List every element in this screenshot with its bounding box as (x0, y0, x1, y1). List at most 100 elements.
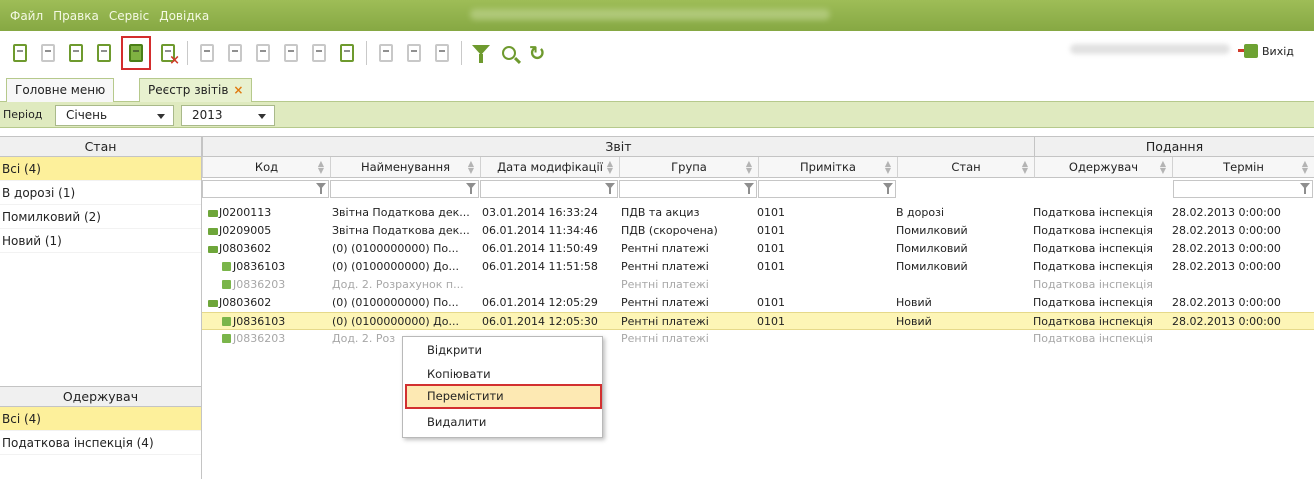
sort-icon: ▲ ▼ (606, 159, 613, 175)
tab-main-menu[interactable]: Головне меню (6, 78, 115, 102)
receive-icon[interactable] (336, 42, 358, 64)
cell-state: Новий (896, 315, 932, 328)
recipient-header: Одержувач (0, 386, 201, 407)
document-icon (222, 280, 231, 289)
archive-icon[interactable] (280, 42, 302, 64)
copy-doc-icon[interactable] (93, 42, 115, 64)
cell-recipient: Податкова інспекція (1033, 206, 1153, 219)
chevron-down-icon (157, 114, 165, 119)
cell-recipient: Податкова інспекція (1033, 315, 1153, 328)
send-icon[interactable] (308, 42, 330, 64)
col-header-note[interactable]: Примітка ▲ ▼ (758, 157, 897, 178)
sort-icon: ▲ ▼ (317, 159, 324, 175)
close-icon[interactable]: × (233, 83, 243, 97)
chevron-down-icon (258, 114, 266, 119)
sort-icon: ▲ ▼ (467, 159, 474, 175)
cell-group: ПДВ (скорочена) (621, 224, 718, 237)
toolbar-separator (366, 40, 367, 65)
menu-edit[interactable]: Правка (53, 9, 99, 23)
table-row[interactable]: J0803602 (0) (0100000000) По... 06.01.20… (202, 294, 1314, 312)
edit-doc-icon[interactable] (37, 42, 59, 64)
table-row[interactable]: J0803602 (0) (0100000000) По... 06.01.20… (202, 240, 1314, 258)
cell-state: Новий (896, 296, 932, 309)
list-check-icon[interactable] (431, 42, 453, 64)
month-select[interactable]: Січень (55, 105, 174, 126)
filter-icon[interactable] (744, 183, 754, 194)
cell-code: J0836103 (222, 258, 285, 276)
menu-help[interactable]: Довідка (159, 9, 209, 23)
filter-icon[interactable] (883, 183, 893, 194)
cell-term: 28.02.2013 0:00:00 (1172, 260, 1281, 273)
col-header-recipient[interactable]: Одержувач ▲ ▼ (1034, 157, 1172, 178)
table-row[interactable]: J0836103 (0) (0100000000) До... 06.01.20… (202, 258, 1314, 276)
table-row[interactable]: J0836203 Дод. 2. Роз Рентні платежі Пода… (202, 330, 1314, 348)
state-item-all[interactable]: Всі (4) (0, 157, 201, 181)
print-icon[interactable] (224, 42, 246, 64)
table-row[interactable]: J0200113 Звітна Податкова дек... 03.01.2… (202, 204, 1314, 222)
cell-code: J0836103 (222, 313, 285, 331)
cell-term: 28.02.2013 0:00:00 (1172, 315, 1281, 328)
refresh-icon[interactable]: ↻ (526, 42, 548, 64)
context-menu-open[interactable]: Відкрити (427, 343, 482, 357)
filter-icon[interactable] (466, 183, 476, 194)
col-header-state[interactable]: Стан ▲ ▼ (897, 157, 1034, 178)
delete-doc-icon[interactable] (157, 42, 180, 67)
search-icon[interactable] (498, 42, 520, 64)
cell-code: J0803602 (208, 240, 271, 258)
sort-icon: ▲ ▼ (1301, 159, 1308, 175)
document-icon (222, 334, 231, 343)
col-header-name[interactable]: Найменування ▲ ▼ (330, 157, 480, 178)
col-header-term[interactable]: Термін ▲ ▼ (1172, 157, 1314, 178)
filter-code-input[interactable] (202, 180, 329, 198)
menu-bar: Файл Правка Сервіс Довідка (0, 0, 1314, 31)
filter-icon[interactable] (470, 42, 492, 64)
col-header-code[interactable]: Код ▲ ▼ (202, 157, 330, 178)
context-menu-delete[interactable]: Видалити (427, 415, 486, 429)
col-header-date[interactable]: Дата модифікації ▲ ▼ (480, 157, 619, 178)
context-menu-move[interactable]: Перемістити (405, 384, 602, 409)
table-row-selected[interactable]: J0836103 (0) (0100000000) До... 06.01.20… (202, 312, 1314, 330)
new-doc-icon[interactable] (9, 42, 31, 64)
col-header-group[interactable]: Група ▲ ▼ (619, 157, 758, 178)
filter-name-input[interactable] (330, 180, 479, 198)
document-icon (222, 262, 231, 271)
state-item-in-transit[interactable]: В дорозі (1) (0, 181, 201, 205)
list-edit-icon[interactable] (403, 42, 425, 64)
cell-date: 06.01.2014 12:05:30 (482, 315, 598, 328)
filter-icon[interactable] (316, 183, 326, 194)
filter-icon[interactable] (605, 183, 615, 194)
cell-note: 0101 (757, 296, 785, 309)
table-row[interactable]: J0209005 Звітна Податкова дек... 06.01.2… (202, 222, 1314, 240)
save-icon[interactable] (196, 42, 218, 64)
year-value: 2013 (192, 108, 223, 122)
import-icon[interactable] (65, 42, 87, 64)
filter-icon[interactable] (1300, 183, 1310, 194)
cell-term: 28.02.2013 0:00:00 (1172, 224, 1281, 237)
cell-name: (0) (0100000000) По... (332, 296, 459, 309)
cell-name: (0) (0100000000) По... (332, 242, 459, 255)
filter-term-input[interactable] (1173, 180, 1313, 198)
cell-recipient: Податкова інспекція (1033, 278, 1153, 291)
exit-button[interactable]: Вихід (1238, 44, 1294, 58)
period-filter-bar: Період Січень 2013 (0, 102, 1314, 128)
filter-group-input[interactable] (619, 180, 757, 198)
move-doc-icon[interactable] (121, 35, 151, 70)
table-row[interactable]: J0836203 Дод. 2. Розрахунок п... Рентні … (202, 276, 1314, 294)
folder-icon (208, 210, 218, 217)
context-menu-copy[interactable]: Копіювати (427, 367, 491, 381)
filter-note-input[interactable] (758, 180, 896, 198)
state-item-new[interactable]: Новий (1) (0, 229, 201, 253)
recipient-item-tax[interactable]: Податкова інспекція (4) (0, 431, 201, 455)
cell-recipient: Податкова інспекція (1033, 332, 1153, 345)
year-select[interactable]: 2013 (181, 105, 275, 126)
tab-report-registry[interactable]: Реєстр звітів × (139, 78, 253, 102)
sign-icon[interactable] (252, 42, 274, 64)
cell-code: J0200113 (208, 204, 271, 222)
recipient-item-all[interactable]: Всі (4) (0, 407, 201, 431)
filter-date-input[interactable] (480, 180, 618, 198)
state-item-error[interactable]: Помилковий (2) (0, 205, 201, 229)
list-icon[interactable] (375, 42, 397, 64)
tab-label: Реєстр звітів (148, 83, 229, 97)
menu-file[interactable]: Файл (10, 9, 43, 23)
menu-service[interactable]: Сервіс (109, 9, 149, 23)
